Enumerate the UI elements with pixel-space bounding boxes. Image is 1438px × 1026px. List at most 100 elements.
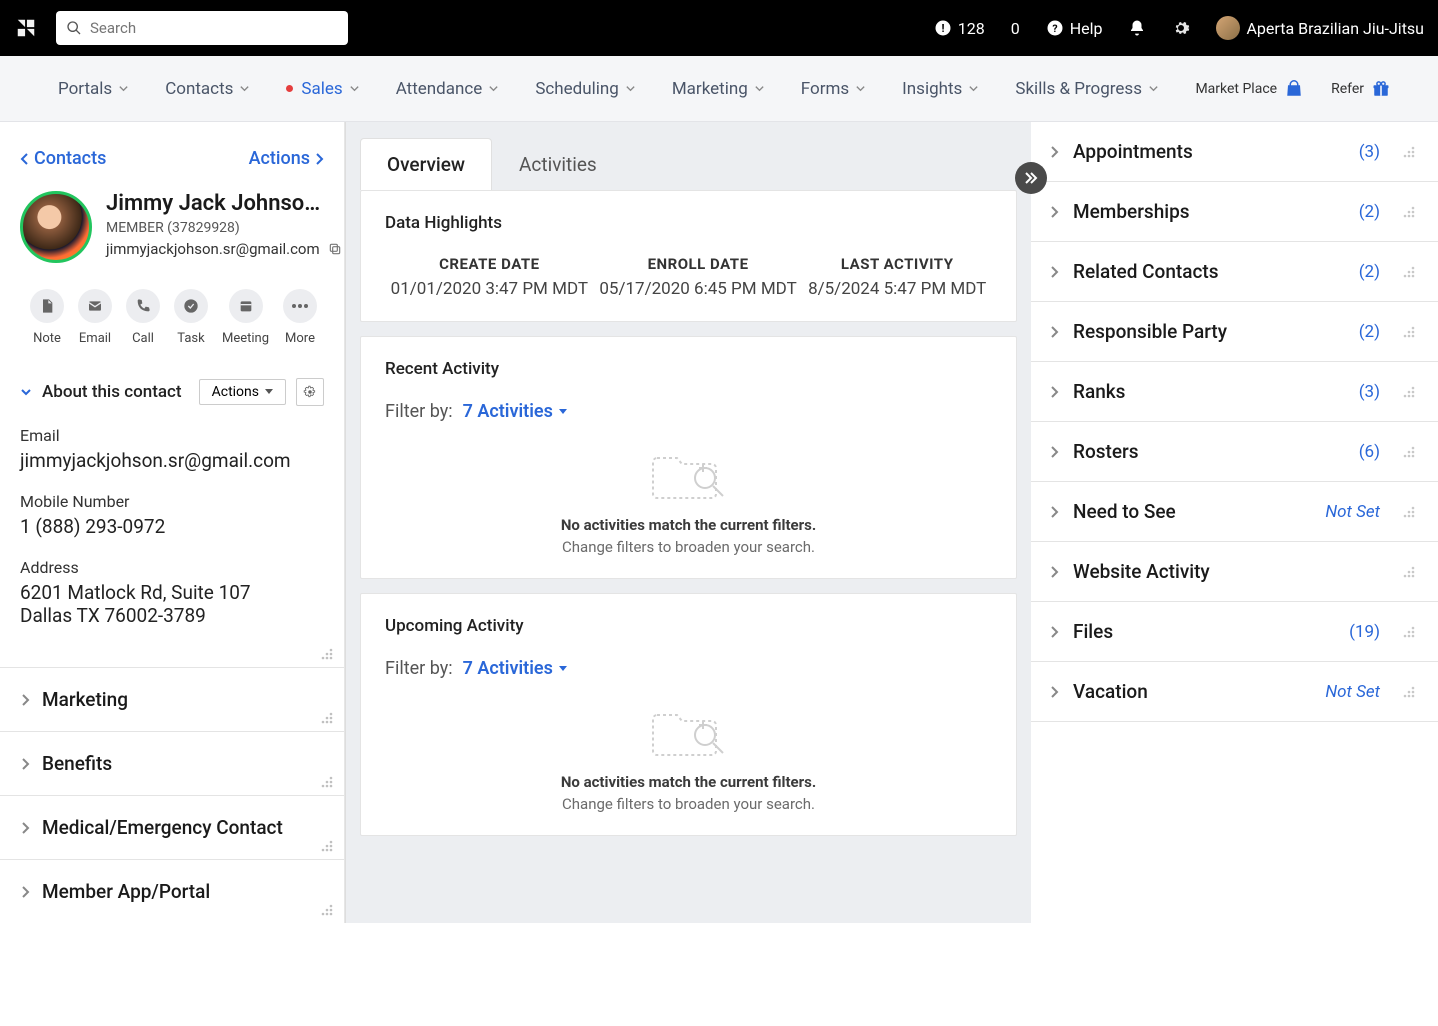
gear-icon [303, 385, 317, 399]
field-value: 6201 Matlock Rd, Suite 107 [20, 581, 324, 604]
tab-activities[interactable]: Activities [492, 138, 624, 190]
breadcrumb-contacts[interactable]: Contacts [20, 148, 106, 169]
note-icon [39, 298, 55, 314]
app-logo[interactable] [14, 16, 38, 40]
card-title: Recent Activity [385, 359, 992, 379]
right-section-rosters[interactable]: Rosters(6) [1031, 422, 1438, 482]
task-button[interactable]: Task [174, 289, 208, 346]
highlight-label: LAST ACTIVITY [808, 255, 986, 273]
nav-marketing[interactable]: Marketing [654, 79, 783, 99]
nav-contacts[interactable]: Contacts [147, 79, 268, 99]
alerts-indicator[interactable]: ! 128 [934, 19, 985, 38]
task-icon [183, 298, 199, 314]
nav-portals[interactable]: Portals [40, 79, 147, 99]
sidebar-section-medical-emergency-contact[interactable]: Medical/Emergency Contact [0, 795, 344, 859]
right-section-ranks[interactable]: Ranks (3) [1031, 362, 1438, 422]
contact-member-id: MEMBER (37829928) [106, 220, 328, 236]
gear-icon[interactable] [1172, 19, 1190, 37]
chevron-right-icon [1049, 265, 1059, 279]
drag-handle-icon[interactable] [1402, 505, 1416, 519]
main-nav: Portals Contacts Sales Attendance Schedu… [0, 56, 1438, 122]
sidebar-section-member-app-portal[interactable]: Member App/Portal [0, 859, 344, 923]
meeting-button[interactable]: Meeting [222, 289, 269, 346]
empty-title: No activities match the current filters. [385, 516, 992, 534]
nav-label: Marketing [672, 79, 748, 99]
filter-activities-dropdown[interactable]: 7 Activities [463, 658, 567, 679]
contact-name: Jimmy Jack Johnson ... [106, 191, 328, 216]
tab-overview[interactable]: Overview [360, 138, 492, 190]
filter-label: Filter by: [385, 658, 453, 679]
help-link[interactable]: ? Help [1046, 19, 1103, 38]
nav-scheduling[interactable]: Scheduling [517, 79, 654, 99]
nav-insights[interactable]: Insights [884, 79, 997, 99]
drag-handle-icon[interactable] [1402, 205, 1416, 219]
bell-icon[interactable] [1128, 19, 1146, 37]
chevron-right-icon [1049, 205, 1059, 219]
search-input[interactable] [90, 19, 338, 37]
drag-handle-icon[interactable] [1402, 625, 1416, 639]
email-button[interactable]: Email [78, 289, 112, 346]
nav-attendance[interactable]: Attendance [378, 79, 518, 99]
account-selector[interactable]: Aperta Brazilian Jiu-Jitsu [1216, 16, 1424, 40]
about-actions-button[interactable]: Actions [199, 379, 286, 405]
right-section-appointments[interactable]: Appointments(3) [1031, 122, 1438, 182]
nav-skills[interactable]: Skills & Progress [997, 79, 1177, 99]
nav-label: Scheduling [535, 79, 619, 99]
right-section-related-contacts[interactable]: Related Contacts(2) [1031, 242, 1438, 302]
field-label: Email [20, 426, 324, 445]
svg-text:!: ! [941, 22, 944, 35]
field-value: jimmyjackjohson.sr@gmail.com [20, 449, 324, 472]
right-section-responsible-party[interactable]: Responsible Party(2) [1031, 302, 1438, 362]
nav-label: Contacts [165, 79, 233, 99]
card-title: Upcoming Activity [385, 616, 992, 636]
sidebar-section-marketing[interactable]: Marketing [0, 667, 344, 731]
highlight-value: 8/5/2024 5:47 PM MDT [808, 279, 986, 299]
drag-handle-icon[interactable] [320, 647, 334, 661]
chevron-right-icon [20, 757, 30, 771]
note-button[interactable]: Note [30, 289, 64, 346]
about-section-header[interactable]: About this contact Actions [0, 368, 344, 416]
right-section-website-activity[interactable]: Website Activity [1031, 542, 1438, 602]
filter-activities-dropdown[interactable]: 7 Activities [463, 401, 567, 422]
zero-indicator[interactable]: 0 [1011, 19, 1020, 38]
right-section-files[interactable]: Files(19) [1031, 602, 1438, 662]
section-label: Ranks [1073, 380, 1345, 403]
actions-label: Actions [249, 148, 310, 169]
marketplace-link[interactable]: Market Place [1195, 80, 1303, 98]
sidebar-section-benefits[interactable]: Benefits [0, 731, 344, 795]
drag-handle-icon[interactable] [1402, 265, 1416, 279]
right-section-need-to-see[interactable]: Need to SeeNot Set [1031, 482, 1438, 542]
about-settings-button[interactable] [296, 378, 324, 406]
drag-handle-icon[interactable] [320, 775, 334, 789]
section-label: Website Activity [1073, 560, 1380, 583]
mobile-field-block: Mobile Number 1 (888) 293-0972 [0, 482, 344, 548]
drag-handle-icon[interactable] [1402, 385, 1416, 399]
center-panel: Overview Activities Data Highlights CREA… [345, 122, 1031, 923]
call-button[interactable]: Call [126, 289, 160, 346]
section-notset: Not Set [1325, 682, 1380, 702]
section-label: Responsible Party [1073, 320, 1345, 343]
section-label: Rosters [1073, 440, 1345, 463]
contact-avatar[interactable] [20, 191, 92, 263]
right-section-vacation[interactable]: VacationNot Set [1031, 662, 1438, 722]
section-count: (3) [1359, 382, 1380, 402]
chevron-right-icon [20, 821, 30, 835]
drag-handle-icon[interactable] [320, 903, 334, 917]
drag-handle-icon[interactable] [1402, 565, 1416, 579]
drag-handle-icon[interactable] [1402, 445, 1416, 459]
drag-handle-icon[interactable] [1402, 685, 1416, 699]
collapse-right-button[interactable] [1015, 162, 1047, 194]
nav-sales[interactable]: Sales [268, 79, 377, 99]
nav-forms[interactable]: Forms [783, 79, 884, 99]
data-highlights-card: Data Highlights CREATE DATE01/01/2020 3:… [360, 190, 1017, 322]
search-box[interactable] [56, 11, 348, 45]
drag-handle-icon[interactable] [320, 839, 334, 853]
refer-link[interactable]: Refer [1331, 80, 1390, 98]
right-section-memberships[interactable]: Memberships(2) [1031, 182, 1438, 242]
drag-handle-icon[interactable] [1402, 145, 1416, 159]
more-button[interactable]: More [283, 289, 317, 346]
copy-icon[interactable] [328, 242, 342, 256]
contact-actions-menu[interactable]: Actions [249, 148, 324, 169]
drag-handle-icon[interactable] [1402, 325, 1416, 339]
drag-handle-icon[interactable] [320, 711, 334, 725]
